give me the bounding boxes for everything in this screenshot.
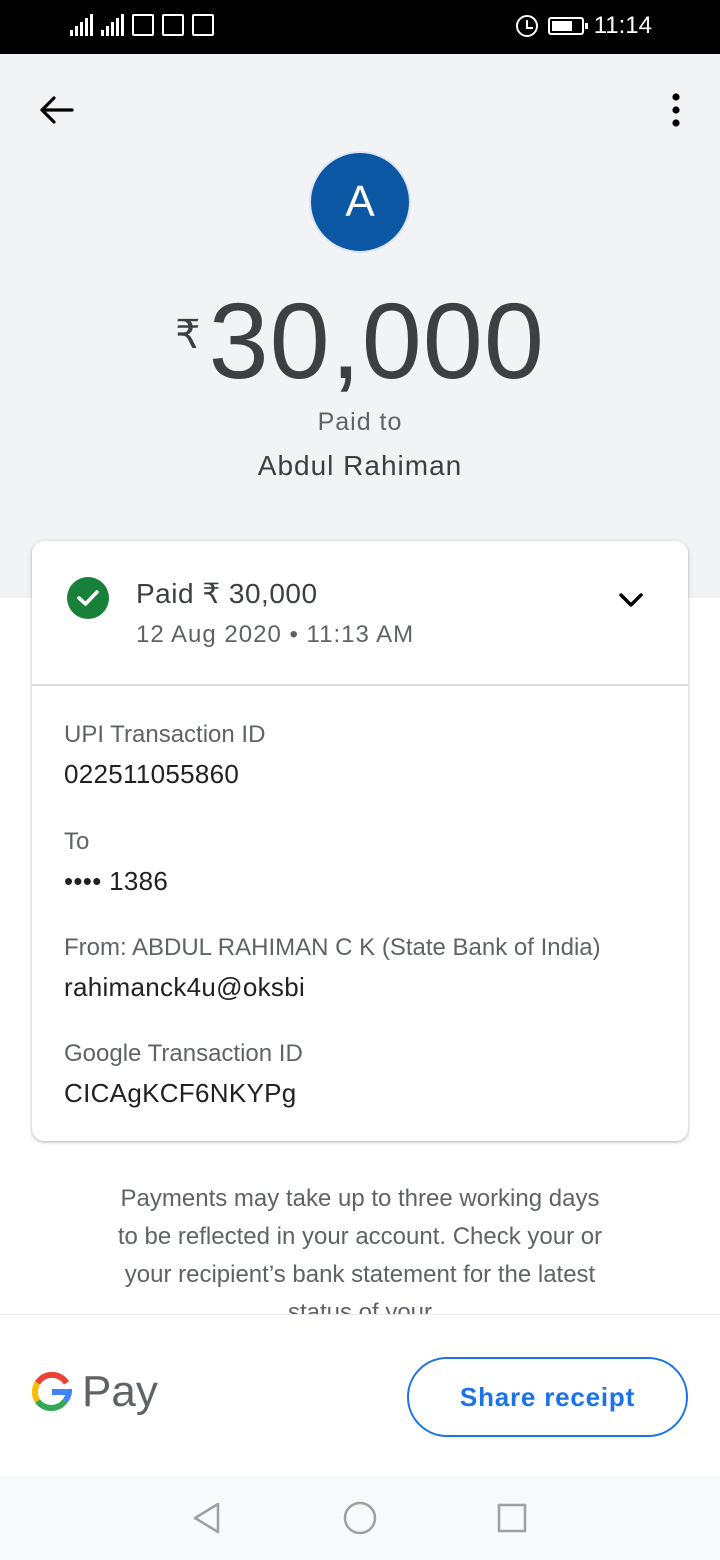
detail-value: •••• 1386 <box>64 866 169 896</box>
detail-label: To <box>64 828 90 855</box>
detail-label: From: ABDUL RAHIMAN C K (State Bank of I… <box>64 934 601 961</box>
google-g-icon <box>32 1372 72 1411</box>
detail-value: rahimanck4u@oksbi <box>64 972 306 1002</box>
check-circle-icon <box>67 577 109 619</box>
expand-button[interactable] <box>614 583 648 617</box>
circle-home-icon <box>343 1501 377 1535</box>
status-bar: 11:14 <box>0 0 720 54</box>
signal-icon <box>70 14 93 36</box>
nav-back-button[interactable] <box>186 1498 226 1538</box>
sender-account: From: ABDUL RAHIMAN C K (State Bank of I… <box>64 934 601 1003</box>
payment-info-text: Payments may take up to three working da… <box>117 1185 603 1314</box>
gpay-brand-text: Pay <box>82 1367 158 1416</box>
payee-name: Abdul Rahiman <box>257 450 463 481</box>
nav-home-button[interactable] <box>340 1498 380 1538</box>
arrow-left-icon <box>40 96 74 124</box>
alarm-icon <box>515 15 538 37</box>
chevron-down-icon <box>619 593 643 607</box>
google-transaction-id: Google Transaction ID CICAgKCF6NKYPg <box>64 1040 303 1109</box>
status-left-icons <box>70 14 214 36</box>
calendar-icon <box>192 14 214 36</box>
image-icon <box>132 14 154 36</box>
bottom-action-bar: Pay Share receipt <box>0 1314 720 1476</box>
detail-value: CICAgKCF6NKYPg <box>64 1078 297 1108</box>
system-nav-bar <box>0 1476 720 1560</box>
square-recents-icon <box>497 1503 527 1533</box>
battery-icon <box>547 17 588 35</box>
nav-recents-button[interactable] <box>492 1498 532 1538</box>
avatar: A <box>309 151 411 253</box>
amount-value: 30,000 <box>208 280 545 401</box>
signal-icon <box>101 14 124 36</box>
card-divider <box>32 684 688 686</box>
detail-label: UPI Transaction ID <box>64 721 266 748</box>
recipient-account: To •••• 1386 <box>64 828 168 897</box>
paid-to-label: Paid to <box>317 408 403 436</box>
gallery-icon <box>162 14 184 36</box>
payment-date: 12 Aug 2020 • 11:13 AM <box>136 621 415 648</box>
currency-symbol: ₹ <box>175 313 201 357</box>
more-options-button[interactable] <box>656 88 696 132</box>
more-vert-icon <box>672 93 680 127</box>
payment-amount: ₹ 30,000 <box>0 278 720 403</box>
detail-value: 022511055860 <box>64 759 240 789</box>
share-receipt-button[interactable]: Share receipt <box>407 1357 688 1437</box>
transaction-card: Paid ₹ 30,000 12 Aug 2020 • 11:13 AM UPI… <box>32 541 688 1141</box>
back-button[interactable] <box>30 88 82 132</box>
detail-label: Google Transaction ID <box>64 1040 303 1067</box>
gpay-logo: Pay <box>32 1367 158 1417</box>
upi-transaction-id: UPI Transaction ID 022511055860 <box>64 721 265 790</box>
status-right-icons: 11:14 <box>515 12 652 40</box>
payment-status: Paid ₹ 30,000 <box>136 578 318 609</box>
triangle-back-icon <box>193 1502 220 1534</box>
status-time: 11:14 <box>593 12 652 39</box>
